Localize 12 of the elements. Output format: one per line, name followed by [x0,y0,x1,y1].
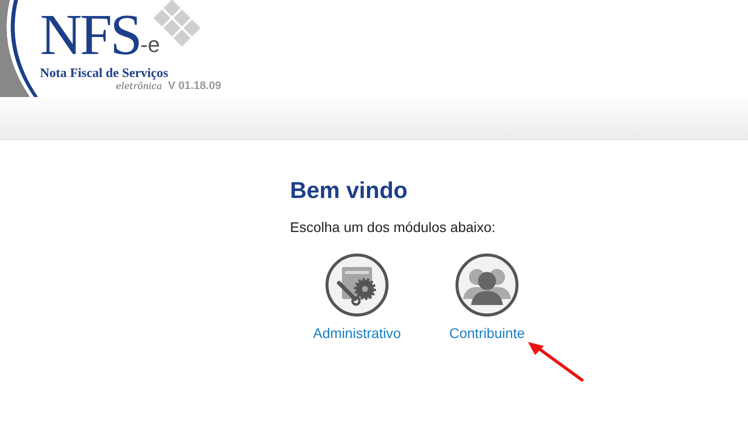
module-link[interactable]: Contribuinte [440,253,534,341]
module-link[interactable]: Administrativo [310,253,404,341]
logo-subtitle: Nota Fiscal de Serviços [40,66,170,80]
logo-title: NFS [40,6,140,64]
logo-suffix: -e [140,32,160,58]
version-label: V 01.18.09 [168,80,222,92]
instruction-text: Escolha um dos módulos abaixo: [290,218,496,236]
logo-tagline: eletrônica [116,82,162,92]
welcome-title: Bem vindo [290,176,409,204]
people-icon [455,253,519,317]
tools-icon [325,253,389,317]
pointer-arrow [526,340,586,384]
